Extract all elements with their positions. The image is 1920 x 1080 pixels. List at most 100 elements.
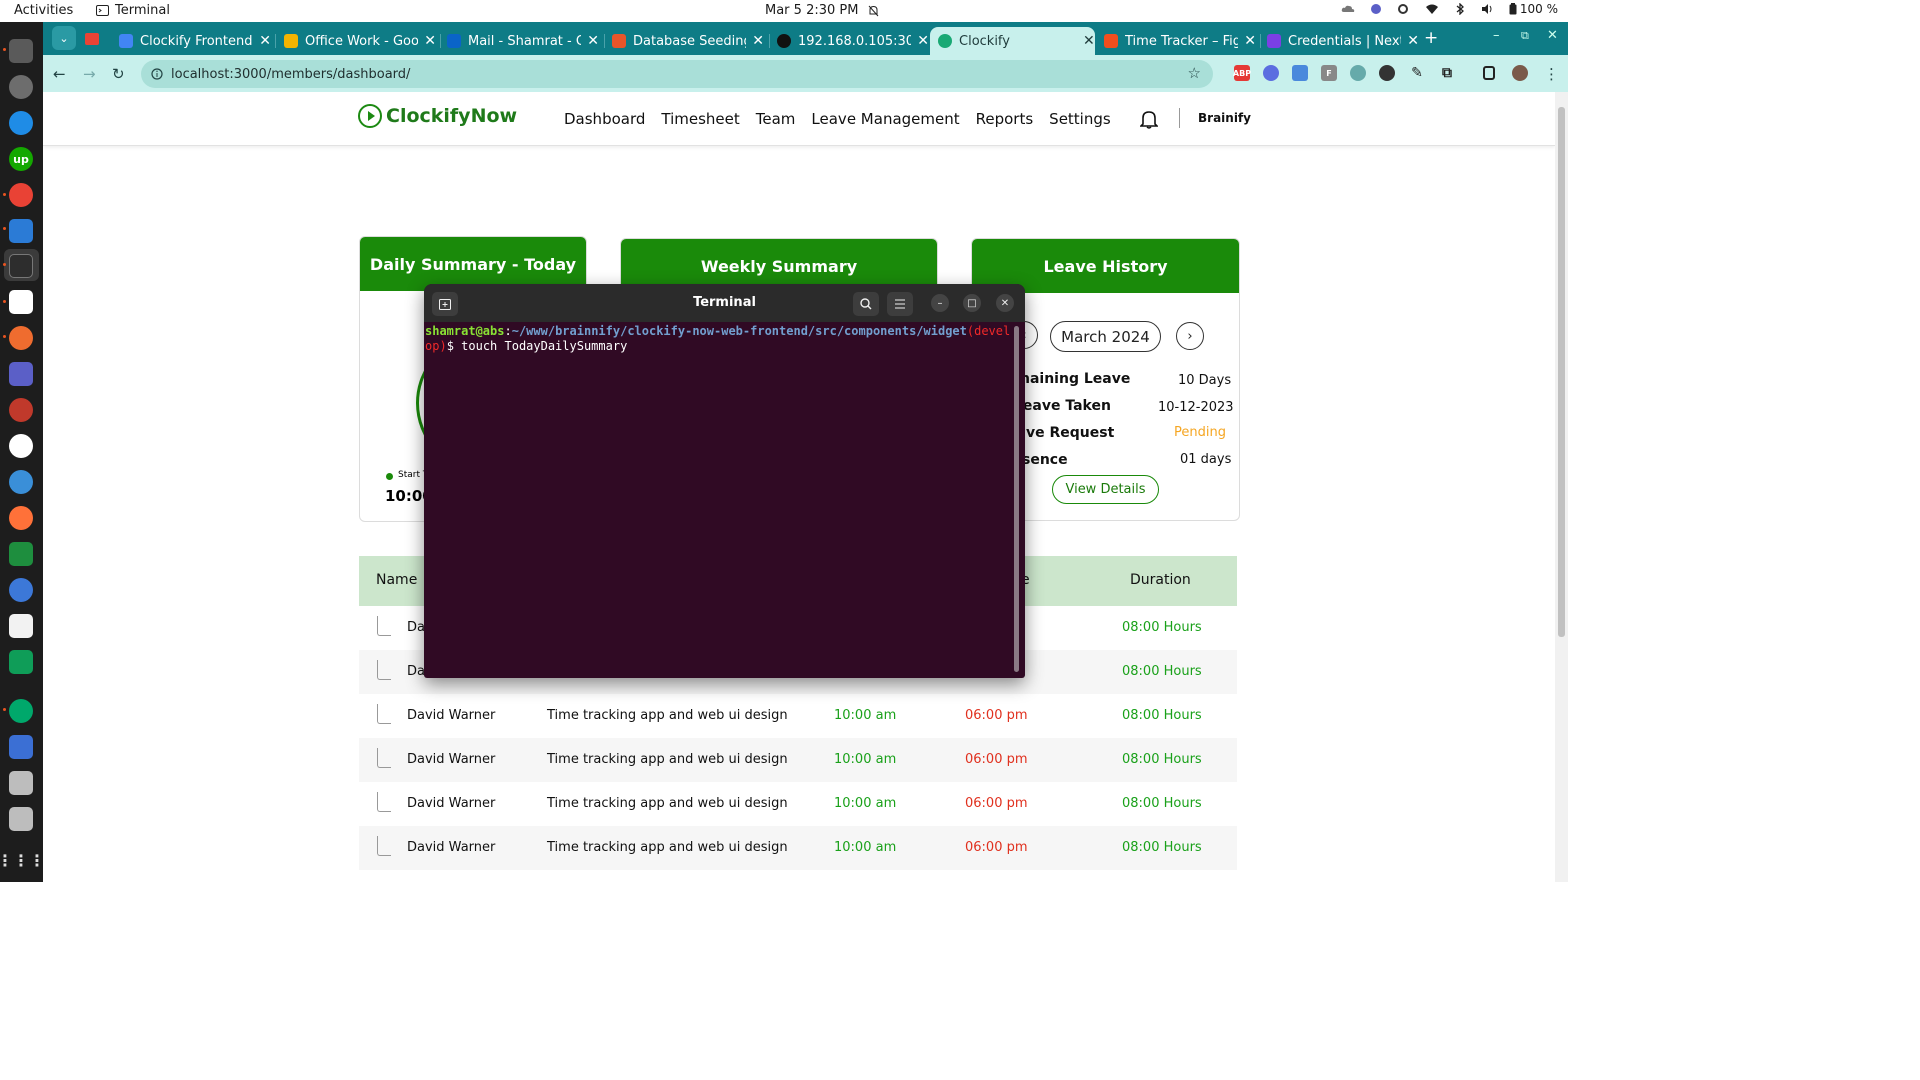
app-green-swirl-icon[interactable] xyxy=(9,699,33,723)
terminal-close-icon[interactable]: ✕ xyxy=(996,294,1014,312)
gmail-pinned-tab-icon[interactable] xyxy=(85,33,99,45)
browser-tab[interactable]: Time Tracker – Figm ✕ xyxy=(1096,27,1256,55)
forward-arrow-icon[interactable]: → xyxy=(83,65,96,83)
terminal-menu-button[interactable] xyxy=(887,292,913,316)
close-tab-icon[interactable]: ✕ xyxy=(587,33,599,49)
tab-search-chevron-icon[interactable]: ⌄ xyxy=(52,26,76,50)
browser-tab[interactable]: Clockify Frontend T ✕ xyxy=(111,27,271,55)
browser-tab[interactable]: Office Work - Goog ✕ xyxy=(276,27,436,55)
close-tab-icon[interactable]: ✕ xyxy=(752,33,764,49)
bell-icon[interactable] xyxy=(1140,109,1158,129)
color-picker-icon[interactable]: ✎ xyxy=(1409,65,1425,81)
table-row[interactable]: David Warner Time tracking app and web u… xyxy=(359,694,1237,738)
app-red-icon[interactable] xyxy=(9,398,33,422)
user-avatar[interactable] xyxy=(1179,108,1193,128)
google-docs-favicon xyxy=(119,34,133,48)
reload-icon[interactable]: ↻ xyxy=(112,65,125,83)
view-details-button[interactable]: View Details xyxy=(1052,475,1159,504)
clock[interactable]: Mar 5 2:30 PM xyxy=(765,3,879,18)
extension-circle-icon[interactable] xyxy=(1350,65,1366,81)
nav-leave-management[interactable]: Leave Management xyxy=(811,110,959,128)
bookmark-star-icon[interactable]: ☆ xyxy=(1188,64,1201,82)
back-arrow-icon[interactable]: ← xyxy=(53,65,66,83)
show-apps-grid-icon[interactable]: ⋮⋮⋮ xyxy=(0,848,45,872)
focused-app-menu[interactable]: Terminal xyxy=(96,3,170,18)
browser-tab[interactable]: Mail - Shamrat - Ou ✕ xyxy=(439,27,599,55)
close-tab-icon[interactable]: ✕ xyxy=(1244,33,1256,49)
window-restore-icon[interactable]: ⧉ xyxy=(1521,29,1529,43)
terminal-search-button[interactable] xyxy=(853,292,879,316)
clockifynow-logo[interactable]: ClockifyNow xyxy=(358,104,517,128)
close-tab-icon[interactable]: ✕ xyxy=(1407,33,1419,49)
browser-tab[interactable]: Credentials | NextA ✕ xyxy=(1259,27,1419,55)
close-tab-icon[interactable]: ✕ xyxy=(1083,33,1095,49)
app-blue-icon[interactable] xyxy=(9,470,33,494)
typora-icon[interactable] xyxy=(9,290,33,314)
terminal-output[interactable]: shamrat@abs:~/www/brainnify/clockify-now… xyxy=(425,324,1013,354)
terminal-titlebar[interactable]: Terminal – □ ✕ xyxy=(424,284,1025,322)
nav-reports[interactable]: Reports xyxy=(976,110,1034,128)
page-scrollbar[interactable] xyxy=(1555,92,1568,882)
close-tab-icon[interactable]: ✕ xyxy=(917,33,929,49)
chrome-icon[interactable] xyxy=(9,183,33,207)
app-cube-icon[interactable] xyxy=(9,735,33,759)
terminal-scrollbar[interactable] xyxy=(1014,326,1019,672)
extension-gear-icon[interactable] xyxy=(1263,65,1279,81)
table-row[interactable]: David Warner Time tracking app and web u… xyxy=(359,738,1237,782)
row-duration: 08:00 Hours xyxy=(1122,840,1202,855)
terminal-icon[interactable] xyxy=(9,254,33,278)
nav-timesheet[interactable]: Timesheet xyxy=(661,110,739,128)
system-tray[interactable]: 100 % xyxy=(1341,2,1558,16)
site-info-icon[interactable] xyxy=(151,68,163,80)
tab-label: Database Seeding xyxy=(633,33,747,49)
app-swirl-icon[interactable] xyxy=(9,578,33,602)
upwork-icon[interactable]: up xyxy=(9,147,33,171)
nav-settings[interactable]: Settings xyxy=(1049,110,1111,128)
font-extension-icon[interactable]: F xyxy=(1321,65,1337,81)
files-icon[interactable] xyxy=(9,39,33,63)
window-close-icon[interactable]: ✕ xyxy=(1547,28,1558,43)
side-panel-icon[interactable] xyxy=(1483,66,1495,80)
month-selector[interactable]: March 2024 xyxy=(1050,321,1161,352)
next-month-button[interactable]: › xyxy=(1176,322,1204,350)
spreadsheet-icon[interactable] xyxy=(9,542,33,566)
table-row[interactable]: David Warner Time tracking app and web u… xyxy=(359,826,1237,870)
play-clock-icon xyxy=(358,104,382,128)
window-minimize-icon[interactable]: – xyxy=(1493,28,1500,43)
teams-icon[interactable] xyxy=(9,362,33,386)
prompt-separator: : xyxy=(504,324,512,338)
profile-avatar[interactable] xyxy=(1512,65,1528,81)
docker-icon[interactable] xyxy=(9,111,33,135)
postman-icon[interactable] xyxy=(9,326,33,350)
firefox-icon[interactable] xyxy=(9,506,33,530)
chrome-menu-icon[interactable]: ⋮ xyxy=(1544,65,1559,83)
google-chat-icon[interactable] xyxy=(9,650,33,674)
terminal-window[interactable]: Terminal – □ ✕ shamrat@abs:~/www/brainni… xyxy=(424,284,1025,678)
nav-dashboard[interactable]: Dashboard xyxy=(564,110,645,128)
browser-tab-active[interactable]: Clockify ✕ xyxy=(930,27,1095,55)
browser-tab[interactable]: 192.168.0.105:3000 ✕ xyxy=(769,27,929,55)
row-avatar xyxy=(377,748,391,768)
scrollbar-thumb[interactable] xyxy=(1558,107,1565,637)
text-editor-icon[interactable] xyxy=(9,614,33,638)
table-row[interactable]: David Warner Time tracking app and web u… xyxy=(359,782,1237,826)
adblock-extension-icon[interactable]: ABP xyxy=(1233,65,1251,81)
terminal-maximize-icon[interactable]: □ xyxy=(963,294,981,312)
close-tab-icon[interactable]: ✕ xyxy=(424,33,436,49)
vscode-icon[interactable] xyxy=(9,219,33,243)
user-name[interactable]: Brainify xyxy=(1198,111,1251,125)
close-tab-icon[interactable]: ✕ xyxy=(259,33,271,49)
extension-dark-icon[interactable] xyxy=(1379,65,1395,81)
activities-button[interactable]: Activities xyxy=(14,3,73,18)
mongodb-compass-icon[interactable] xyxy=(9,434,33,458)
terminal-minimize-icon[interactable]: – xyxy=(931,294,949,312)
translate-extension-icon[interactable] xyxy=(1292,65,1308,81)
browser-tab[interactable]: Database Seeding ✕ xyxy=(604,27,764,55)
extensions-puzzle-icon[interactable]: ⧉ xyxy=(1439,65,1455,81)
settings-icon[interactable] xyxy=(9,75,33,99)
new-tab-icon[interactable]: + xyxy=(1424,28,1438,48)
ssd-drive-icon[interactable] xyxy=(9,771,33,795)
ssd-drive-icon[interactable] xyxy=(9,807,33,831)
nav-team[interactable]: Team xyxy=(756,110,796,128)
address-bar[interactable]: localhost:3000/members/dashboard/ ☆ xyxy=(141,60,1213,88)
